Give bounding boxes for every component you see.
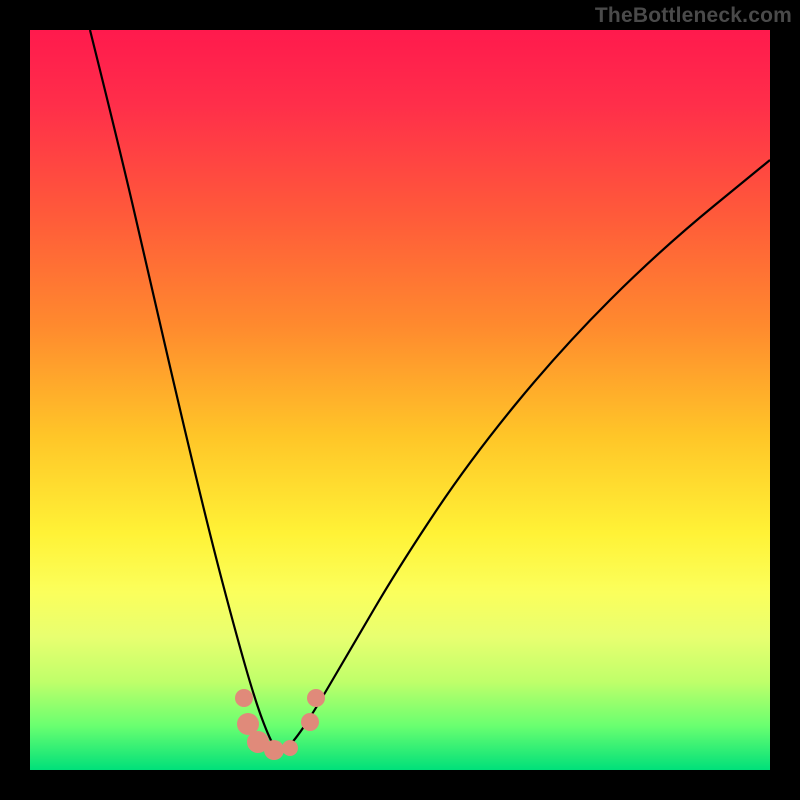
attribution-label: TheBottleneck.com	[595, 4, 792, 28]
highlight-dots-layer	[30, 30, 770, 770]
highlight-dot	[235, 689, 253, 707]
highlight-dot	[264, 740, 284, 760]
highlight-dot	[301, 713, 319, 731]
chart-frame: TheBottleneck.com	[0, 0, 800, 800]
highlight-dot	[307, 689, 325, 707]
highlight-dot	[282, 740, 298, 756]
